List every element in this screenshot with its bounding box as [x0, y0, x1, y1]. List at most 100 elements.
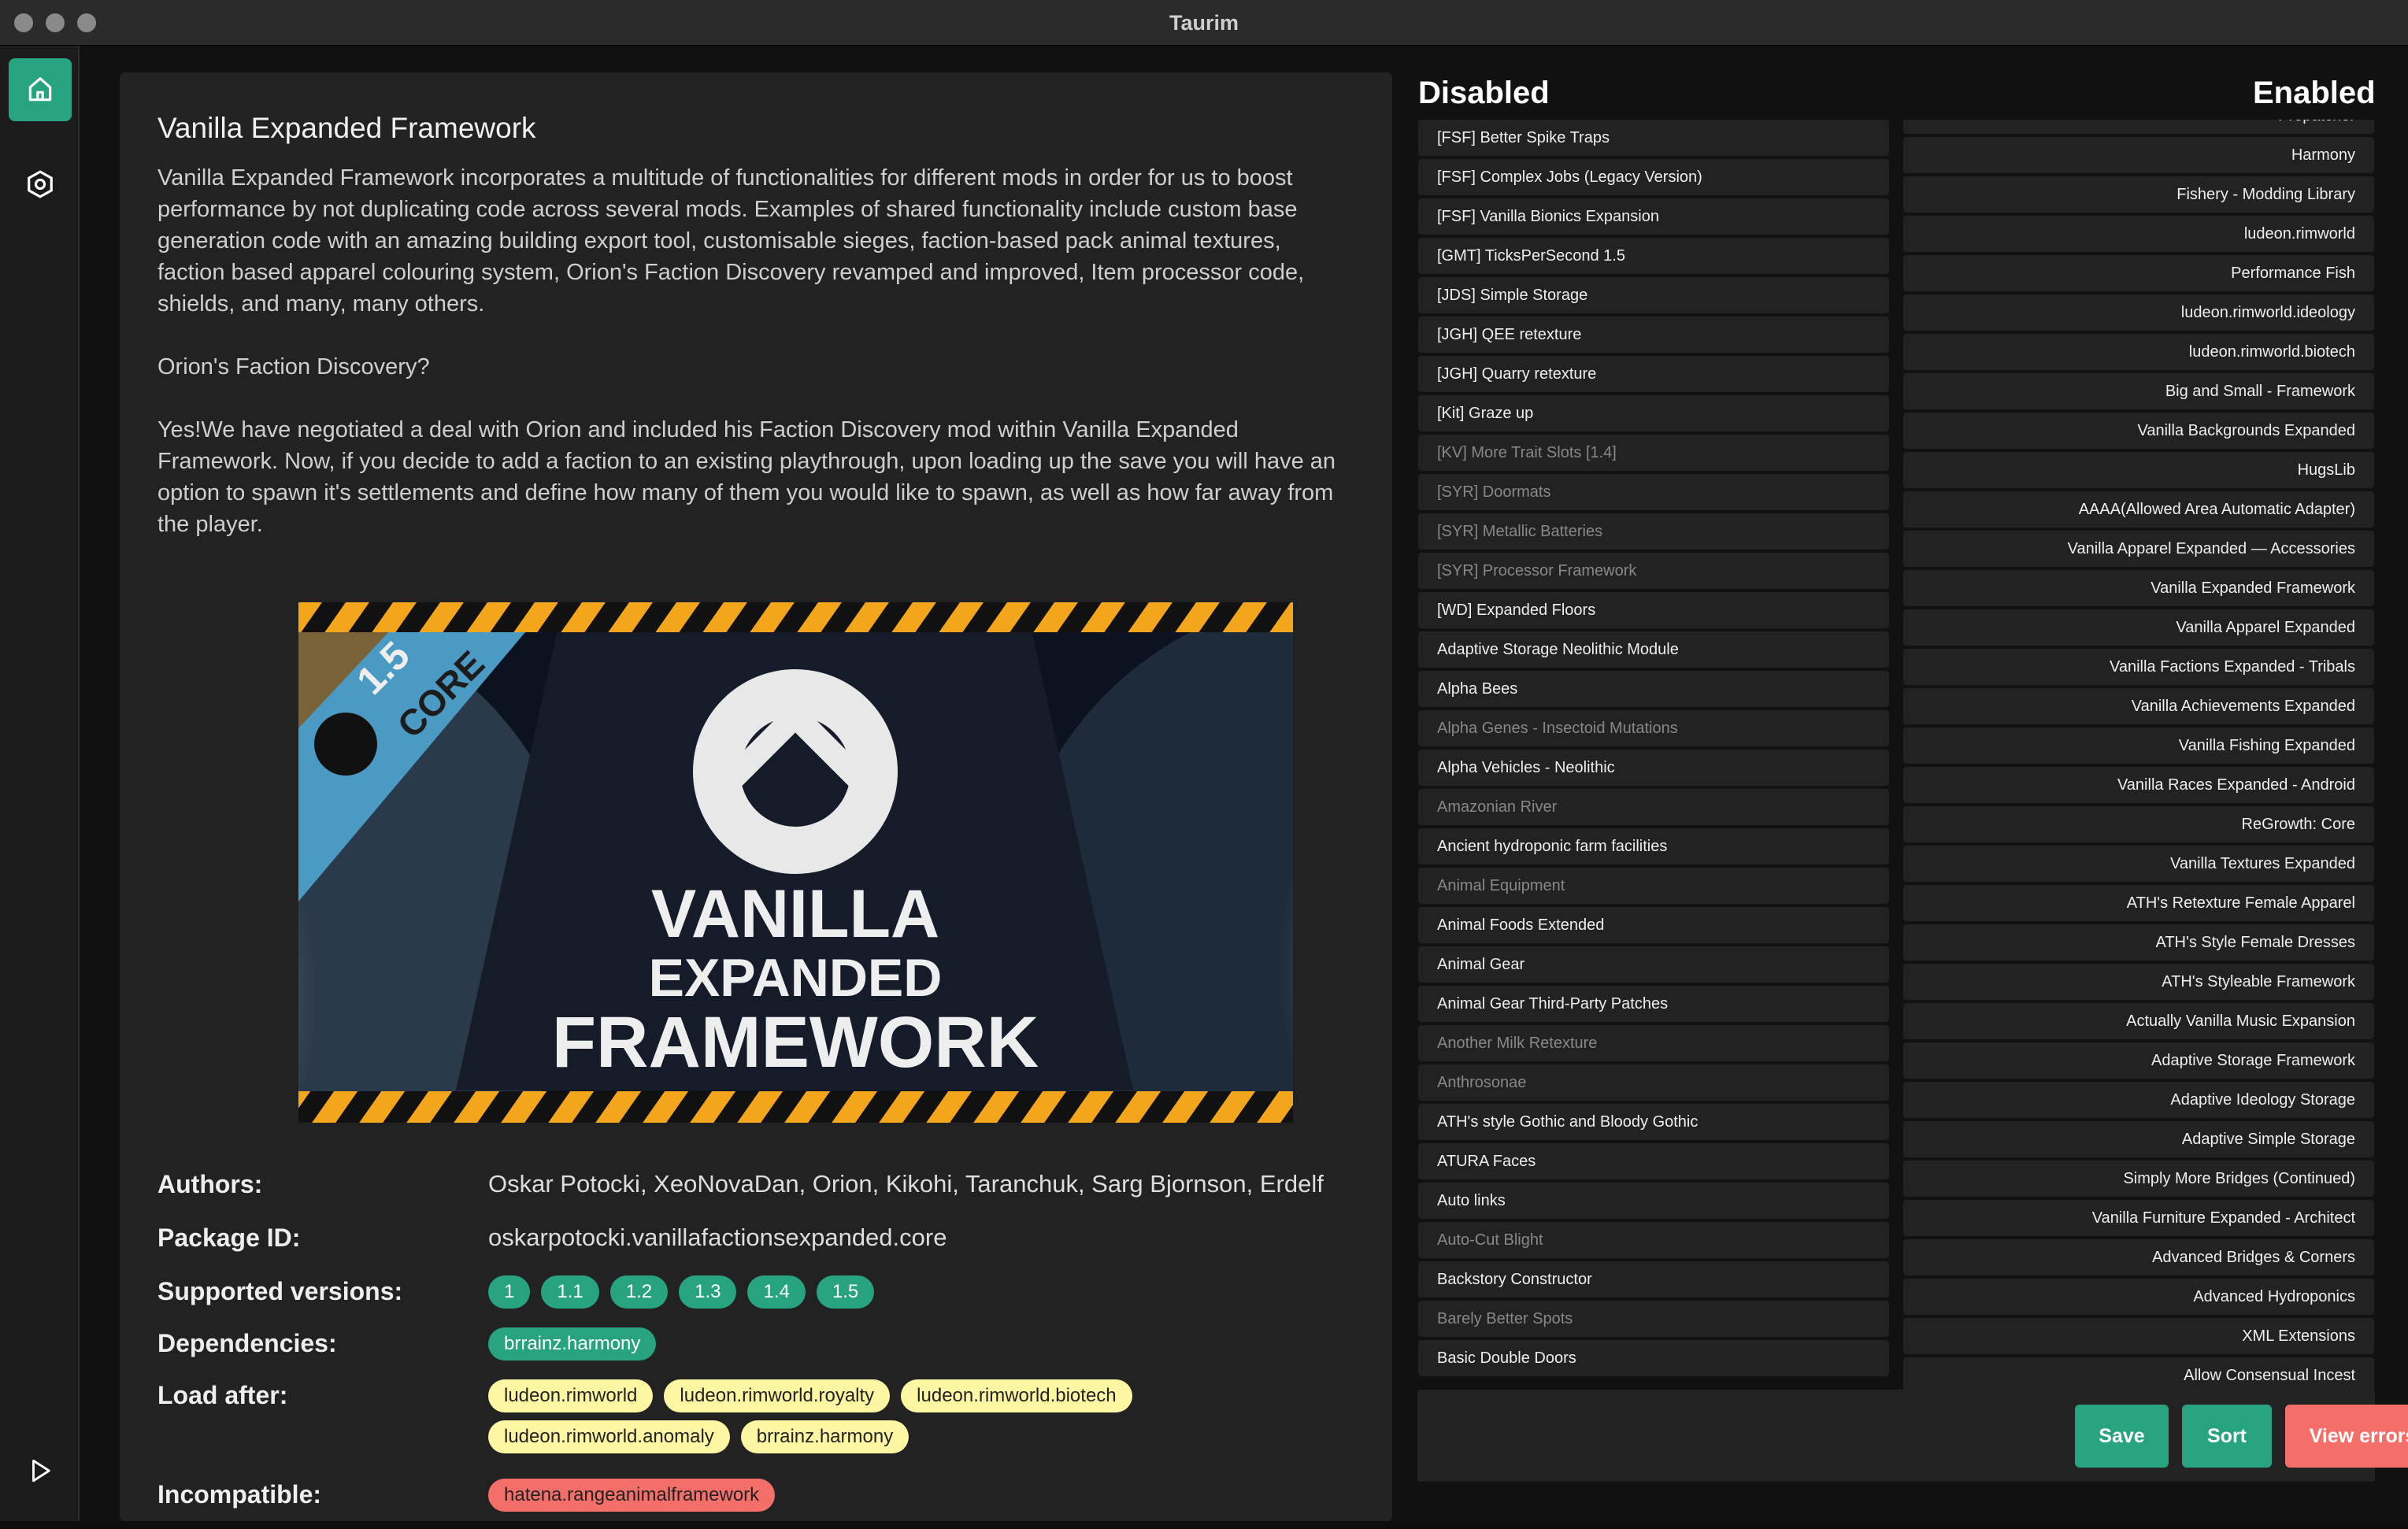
settings-button[interactable]	[9, 153, 72, 216]
enabled-mod-item[interactable]: ATH's Style Female Dresses	[1903, 924, 2374, 961]
enabled-mod-item[interactable]: AAAA(Allowed Area Automatic Adapter)	[1903, 491, 2374, 528]
mod-details-panel: Vanilla Expanded Framework Vanilla Expan…	[120, 72, 1392, 1521]
mod-preview-image: 1.5 CORE VANILLA EXPANDED FRAMEWORK	[298, 602, 1293, 1123]
disabled-mod-item[interactable]: [SYR] Doormats	[1418, 474, 1889, 510]
disabled-mod-item[interactable]: [SYR] Metallic Batteries	[1418, 513, 1889, 550]
disabled-mod-item[interactable]: Animal Gear	[1418, 946, 1889, 983]
version-tag[interactable]: 1	[488, 1275, 531, 1309]
incompatible-label: Incompatible:	[157, 1480, 322, 1509]
enabled-mod-item[interactable]: Vanilla Textures Expanded	[1903, 846, 2374, 882]
disabled-mod-item[interactable]: [FSF] Better Spike Traps	[1418, 120, 1889, 156]
load-after-tags: ludeon.rimworld ludeon.rimworld.royalty lu…	[488, 1378, 1244, 1453]
enabled-mod-item[interactable]: Advanced Bridges & Corners	[1903, 1239, 2374, 1275]
sort-button[interactable]: Sort	[2182, 1405, 2272, 1468]
disabled-mod-item[interactable]: Alpha Bees	[1418, 671, 1889, 707]
enabled-mod-item[interactable]: Vanilla Apparel Expanded	[1903, 609, 2374, 646]
version-tag[interactable]: 1.4	[747, 1275, 806, 1309]
disabled-mod-item[interactable]: [Kit] Graze up	[1418, 395, 1889, 431]
enabled-mod-item[interactable]: Adaptive Ideology Storage	[1903, 1082, 2374, 1118]
disabled-mod-item[interactable]: [JDS] Simple Storage	[1418, 277, 1889, 313]
main-area: Vanilla Expanded Framework Vanilla Expan…	[80, 46, 2408, 1521]
version-tag[interactable]: 1.5	[816, 1275, 875, 1309]
disabled-mod-item[interactable]: Basic Double Doors	[1418, 1340, 1889, 1376]
enabled-mods-list[interactable]: Prepatcher HarmonyFishery - Modding Libra…	[1903, 120, 2374, 1423]
version-tag[interactable]: 1.2	[609, 1275, 669, 1309]
disabled-mod-item[interactable]: [SYR] Processor Framework	[1418, 553, 1889, 589]
view-errors-button[interactable]: View errors	[2285, 1405, 2408, 1468]
enabled-mod-item[interactable]: Vanilla Races Expanded - Android	[1903, 767, 2374, 803]
disabled-mod-item[interactable]: Alpha Genes - Insectoid Mutations	[1418, 710, 1889, 746]
disabled-mod-item[interactable]: [KV] More Trait Slots [1.4]	[1418, 435, 1889, 471]
save-button[interactable]: Save	[2075, 1405, 2169, 1468]
disabled-mod-item[interactable]: Ancient hydroponic farm facilities	[1418, 828, 1889, 864]
disabled-mod-item[interactable]: [WD] Expanded Floors	[1418, 592, 1889, 628]
enabled-mod-item[interactable]: Prepatcher	[1903, 120, 2374, 134]
load-after-tag[interactable]: ludeon.rimworld.biotech	[901, 1379, 1132, 1412]
enabled-mod-item[interactable]: Advanced Hydroponics	[1903, 1279, 2374, 1315]
enabled-mod-item[interactable]: Vanilla Furniture Expanded - Architect	[1903, 1200, 2374, 1236]
disabled-mod-item[interactable]: Another Milk Retexture	[1418, 1025, 1889, 1061]
disabled-mod-item[interactable]: [JGH] Quarry retexture	[1418, 356, 1889, 392]
disabled-mod-item[interactable]: Alpha Vehicles - Neolithic	[1418, 750, 1889, 786]
enabled-mod-item[interactable]: ludeon.rimworld.ideology	[1903, 294, 2374, 331]
enabled-mod-item[interactable]: Performance Fish	[1903, 255, 2374, 291]
version-tag[interactable]: 1.3	[679, 1275, 737, 1309]
version-tags: 1 1.1 1.2 1.3 1.4 1.5	[488, 1274, 1370, 1309]
enabled-mod-item[interactable]: Allow Consensual Incest	[1903, 1357, 2374, 1394]
disabled-mod-item[interactable]: Animal Foods Extended	[1418, 907, 1889, 943]
enabled-mod-item[interactable]: ATH's Retexture Female Apparel	[1903, 885, 2374, 921]
enabled-mod-item[interactable]: Actually Vanilla Music Expansion	[1903, 1003, 2374, 1039]
run-game-button[interactable]	[9, 1439, 72, 1502]
home-button[interactable]	[9, 58, 72, 121]
enabled-mod-item[interactable]: Adaptive Storage Framework	[1903, 1042, 2374, 1079]
disabled-mods-list[interactable]: [FSF] Better Spike Traps [FSF] Complex Jo…	[1418, 120, 1889, 1423]
disabled-mod-item[interactable]: [JGH] QEE retexture	[1418, 317, 1889, 353]
enabled-mod-item[interactable]: Vanilla Fishing Expanded	[1903, 727, 2374, 764]
disabled-mod-item[interactable]: Backstory Constructor	[1418, 1261, 1889, 1298]
disabled-mod-item[interactable]: ATH's style Gothic and Bloody Gothic	[1418, 1104, 1889, 1140]
incompatible-tag[interactable]: hatena.rangeanimalframework	[488, 1479, 776, 1512]
disabled-mod-item[interactable]: Adaptive Storage Neolithic Module	[1418, 631, 1889, 668]
disabled-mod-item[interactable]: ATURA Faces	[1418, 1143, 1889, 1179]
mod-title: Vanilla Expanded Framework	[157, 112, 536, 144]
disabled-mod-item[interactable]: Anthrosonae	[1418, 1064, 1889, 1101]
disabled-mod-item[interactable]: Auto links	[1418, 1183, 1889, 1219]
enabled-mod-item[interactable]: ReGrowth: Core	[1903, 806, 2374, 842]
disabled-mod-item[interactable]: Animal Equipment	[1418, 868, 1889, 904]
load-after-tag[interactable]: ludeon.rimworld.royalty	[664, 1379, 891, 1412]
enabled-mod-item[interactable]: Fishery - Modding Library	[1903, 176, 2374, 213]
disabled-mod-item[interactable]: Amazonian River	[1418, 789, 1889, 825]
enabled-mod-item[interactable]: Simply More Bridges (Continued)	[1903, 1161, 2374, 1197]
enabled-mod-item[interactable]: Harmony	[1903, 137, 2374, 173]
mod-description: Vanilla Expanded Framework incorporates …	[157, 162, 1354, 540]
enabled-mod-item[interactable]: Vanilla Apparel Expanded — Accessories	[1903, 531, 2374, 567]
enabled-mod-item[interactable]: Vanilla Expanded Framework	[1903, 570, 2374, 606]
enabled-mod-item[interactable]: XML Extensions	[1903, 1318, 2374, 1354]
enabled-mod-item[interactable]: Vanilla Factions Expanded - Tribals	[1903, 649, 2374, 685]
enabled-mod-item[interactable]: Vanilla Achievements Expanded	[1903, 688, 2374, 724]
load-after-label: Load after:	[157, 1381, 288, 1409]
load-after-tag[interactable]: ludeon.rimworld.anomaly	[488, 1420, 730, 1453]
disabled-mod-item[interactable]: [FSF] Complex Jobs (Legacy Version)	[1418, 159, 1889, 195]
enabled-mod-item[interactable]: HugsLib	[1903, 452, 2374, 488]
disabled-mod-item[interactable]: Animal Gear Third-Party Patches	[1418, 986, 1889, 1022]
close-window-button[interactable]	[14, 13, 33, 32]
dependency-tag[interactable]: brrainz.harmony	[488, 1327, 657, 1361]
enabled-mod-item[interactable]: Big and Small - Framework	[1903, 373, 2374, 409]
disabled-mod-item[interactable]: Auto-Cut Blight	[1418, 1222, 1889, 1258]
enabled-mod-item[interactable]: ATH's Styleable Framework	[1903, 964, 2374, 1000]
description-paragraph: Orion's Faction Discovery?	[157, 354, 430, 379]
version-tag[interactable]: 1.1	[541, 1275, 599, 1309]
disabled-mod-item[interactable]: Barely Better Spots	[1418, 1301, 1889, 1337]
maximize-window-button[interactable]	[77, 13, 96, 32]
minimize-window-button[interactable]	[46, 13, 65, 32]
load-after-tag[interactable]: ludeon.rimworld	[488, 1379, 654, 1412]
enabled-mod-item[interactable]: ludeon.rimworld.biotech	[1903, 334, 2374, 370]
description-paragraph: Yes!We have negotiated a deal with Orion…	[157, 417, 1336, 537]
load-after-tag[interactable]: brrainz.harmony	[740, 1420, 909, 1453]
enabled-mod-item[interactable]: ludeon.rimworld	[1903, 216, 2374, 252]
disabled-mod-item[interactable]: [FSF] Vanilla Bionics Expansion	[1418, 198, 1889, 235]
enabled-mod-item[interactable]: Vanilla Backgrounds Expanded	[1903, 413, 2374, 449]
disabled-mod-item[interactable]: [GMT] TicksPerSecond 1.5	[1418, 238, 1889, 274]
enabled-mod-item[interactable]: Adaptive Simple Storage	[1903, 1121, 2374, 1157]
